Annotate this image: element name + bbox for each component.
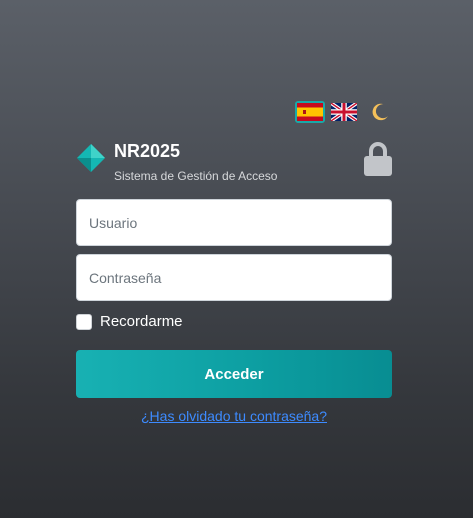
spain-flag-icon — [297, 103, 323, 121]
language-theme-controls — [295, 101, 391, 123]
app-subtitle: Sistema de Gestión de Acceso — [114, 169, 278, 183]
brand-text: NR2025 Sistema de Gestión de Acceso — [114, 141, 277, 183]
moon-icon[interactable] — [369, 101, 391, 123]
remember-me-label: Recordarme — [100, 313, 183, 330]
login-button[interactable]: Acceder — [76, 350, 392, 398]
diamond-logo-icon — [77, 144, 105, 172]
brand-header: NR2025 Sistema de Gestión de Acceso — [76, 141, 277, 183]
remember-me-control[interactable]: Recordarme — [76, 313, 183, 330]
app-title: NR2025 — [114, 141, 181, 161]
remember-me-checkbox[interactable] — [76, 313, 92, 330]
lock-icon — [364, 142, 392, 176]
language-es-button[interactable] — [295, 101, 325, 123]
forgot-password-link[interactable]: ¿Has olvidado tu contraseña? — [0, 408, 468, 424]
uk-flag-icon[interactable] — [331, 103, 357, 121]
username-input[interactable] — [76, 199, 392, 246]
password-input[interactable] — [76, 254, 392, 301]
